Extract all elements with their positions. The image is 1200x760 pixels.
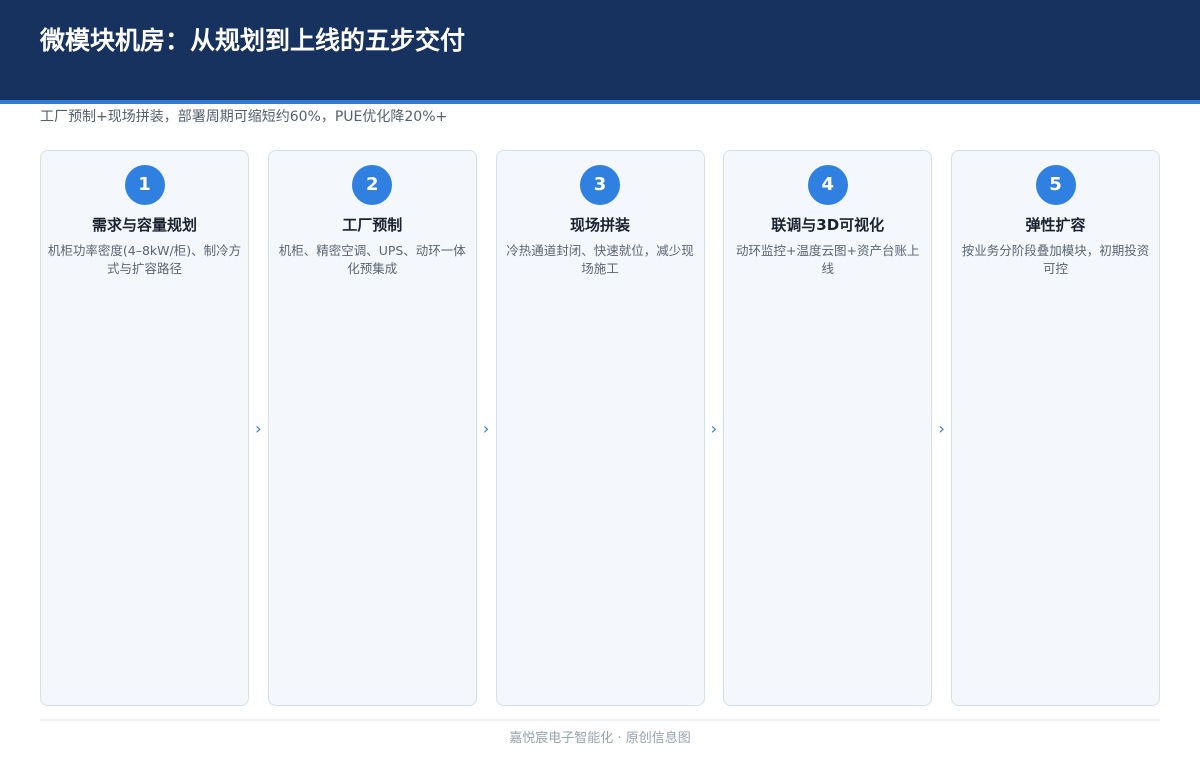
step-description: 机柜、精密空调、UPS、动环一体化预集成 xyxy=(278,243,466,276)
step-title: 联调与3D可视化 xyxy=(771,216,885,234)
step-title: 需求与容量规划 xyxy=(91,216,197,234)
step-title: 弹性扩容 xyxy=(1025,216,1086,234)
chevron-right-icon: › xyxy=(482,418,490,438)
step-card-1: 1 需求与容量规划 机柜功率密度(4–8kW/柜)、制冷方式与扩容路径 xyxy=(40,150,249,706)
step-title: 现场拼装 xyxy=(569,216,630,234)
step-number-badge: 2 xyxy=(352,165,393,205)
step-description: 机柜功率密度(4–8kW/柜)、制冷方式与扩容路径 xyxy=(47,243,242,276)
footer-credit: 嘉悦宸电子智能化 · 原创信息图 xyxy=(509,731,691,746)
header-bar: 微模块机房：从规划到上线的五步交付 xyxy=(0,0,1200,100)
page-subtitle: 工厂预制+现场拼装，部署周期可缩短约60%，PUE优化降20%+ xyxy=(40,109,448,125)
steps-flow: 1 需求与容量规划 机柜功率密度(4–8kW/柜)、制冷方式与扩容路径 › 2 … xyxy=(40,150,1160,706)
step-number-badge: 3 xyxy=(580,165,620,205)
chevron-right-icon: › xyxy=(255,418,262,438)
footer-divider xyxy=(40,719,1160,721)
step-description: 按业务分阶段叠加模块，初期投资可控 xyxy=(961,243,1150,276)
step-description: 动环监控+温度云图+资产台账上线 xyxy=(736,243,920,276)
step-description: 冷热通道封闭、快速就位，减少现场施工 xyxy=(506,243,694,276)
step-card-4: 4 联调与3D可视化 动环监控+温度云图+资产台账上线 xyxy=(723,150,933,706)
chevron-right-icon: › xyxy=(710,418,718,438)
step-number-badge: 1 xyxy=(124,165,165,205)
step-number-badge: 5 xyxy=(1035,165,1076,205)
step-card-5: 5 弹性扩容 按业务分阶段叠加模块，初期投资可控 xyxy=(951,150,1160,706)
step-title: 工厂预制 xyxy=(342,216,403,234)
page-title: 微模块机房：从规划到上线的五步交付 xyxy=(40,26,466,55)
step-card-2: 2 工厂预制 机柜、精密空调、UPS、动环一体化预集成 xyxy=(267,150,477,706)
header-accent-line xyxy=(0,100,1200,104)
step-number-badge: 4 xyxy=(807,165,848,205)
step-card-3: 3 现场拼装 冷热通道封闭、快速就位，减少现场施工 xyxy=(495,150,705,706)
chevron-right-icon: › xyxy=(938,418,945,438)
